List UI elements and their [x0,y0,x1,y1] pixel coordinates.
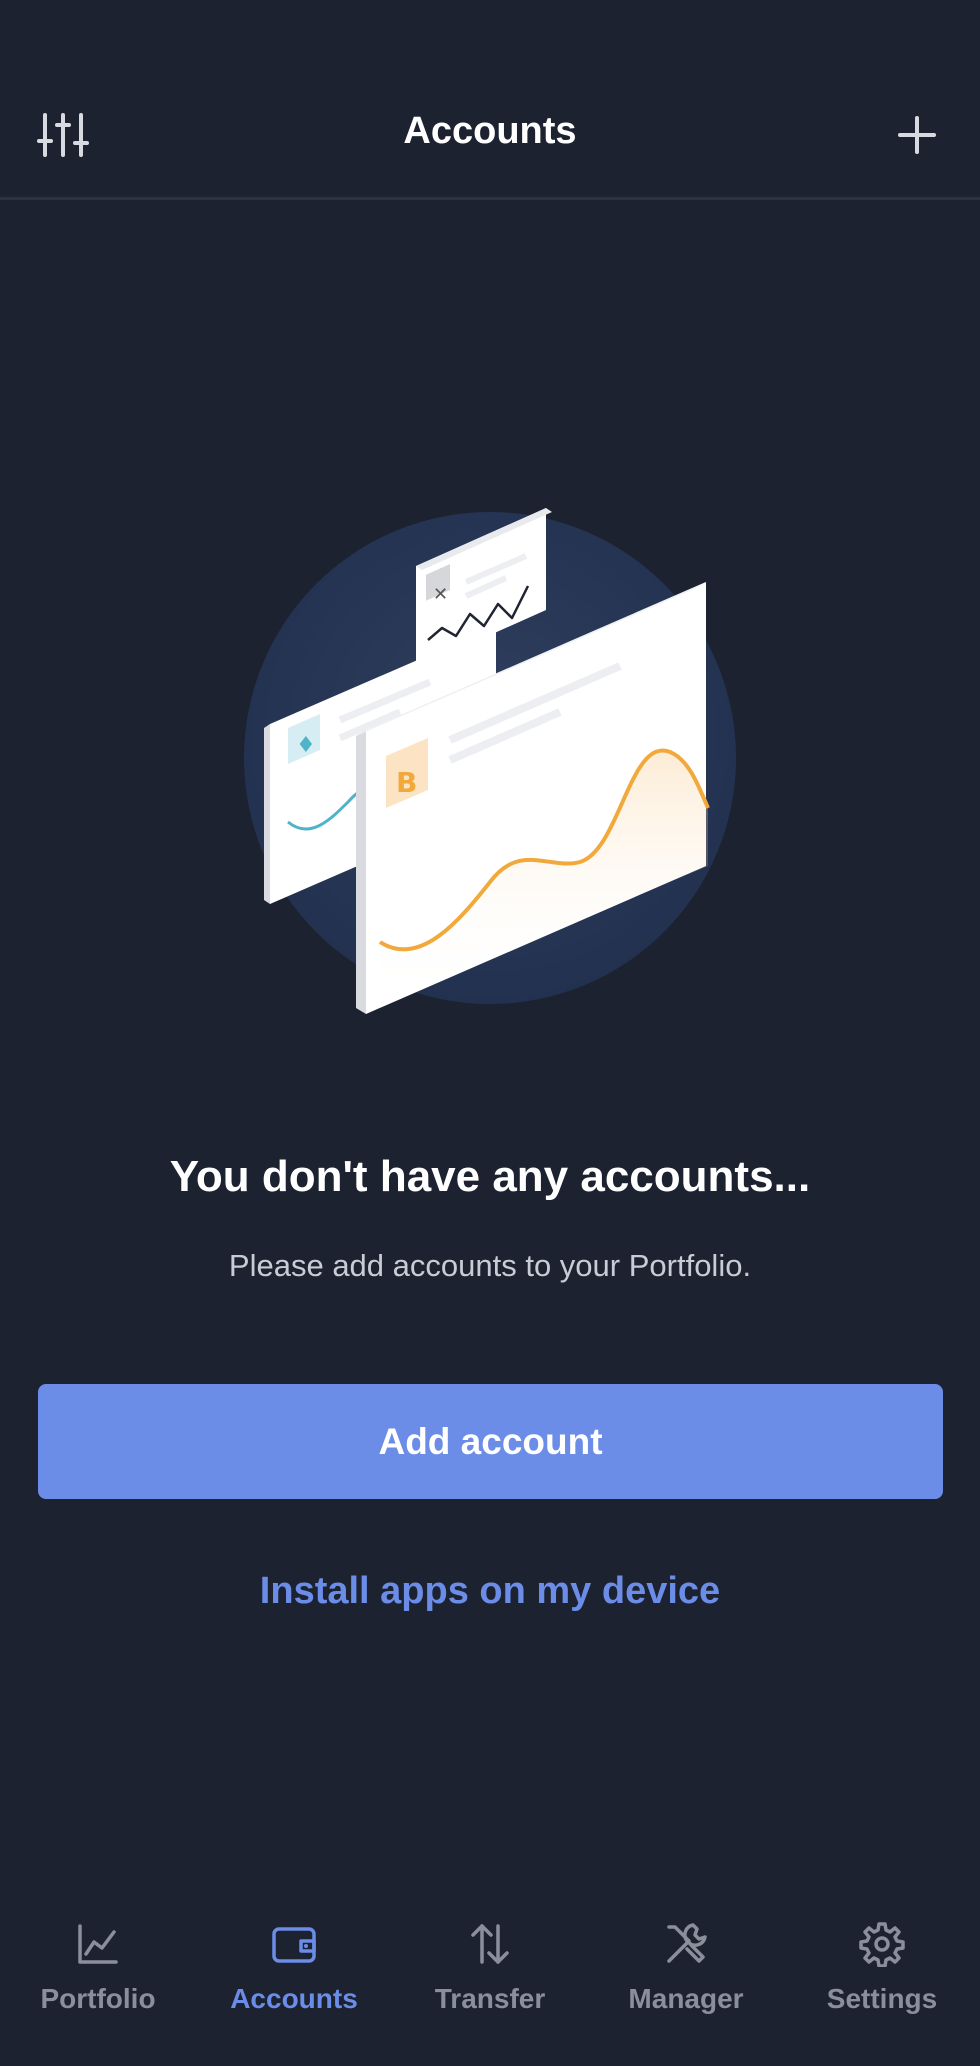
svg-text:B: B [396,766,417,799]
add-button[interactable] [882,100,952,170]
nav-label-manager: Manager [628,1983,744,2014]
tools-icon [667,1923,707,1963]
bottom-navigation: Portfolio Accounts Transfer Manager Sett… [0,1895,980,2066]
accounts-screen: Accounts ✕ ♦ B You don't have any accoun… [0,0,980,2066]
install-apps-link[interactable]: Install apps on my device [0,1570,980,1613]
empty-accounts-illustration: ✕ ♦ B [244,508,736,1014]
empty-state-subtitle: Please add accounts to your Portfolio. [228,1248,752,1283]
wallet-icon [272,1927,316,1963]
transfer-icon [471,1924,509,1964]
page-title: Accounts [403,110,577,152]
svg-text:✕: ✕ [433,584,448,605]
nav-label-accounts: Accounts [230,1983,358,2014]
top-bar: Accounts [0,0,980,200]
nav-label-transfer: Transfer [434,1983,546,2014]
svg-text:♦: ♦ [296,733,316,758]
gear-icon [859,1922,905,1967]
nav-item-manager[interactable]: Manager [588,1895,784,2066]
nav-label-portfolio: Portfolio [40,1983,156,2014]
plus-icon [898,116,936,154]
nav-item-portfolio[interactable]: Portfolio [0,1895,196,2066]
nav-item-settings[interactable]: Settings [784,1895,980,2066]
add-account-button[interactable]: Add account [38,1384,943,1499]
chart-icon [78,1924,118,1964]
nav-item-transfer[interactable]: Transfer [392,1895,588,2066]
nav-label-settings: Settings [826,1983,938,2014]
empty-state-title: You don't have any accounts... [169,1152,811,1201]
nav-item-accounts[interactable]: Accounts [196,1895,392,2066]
